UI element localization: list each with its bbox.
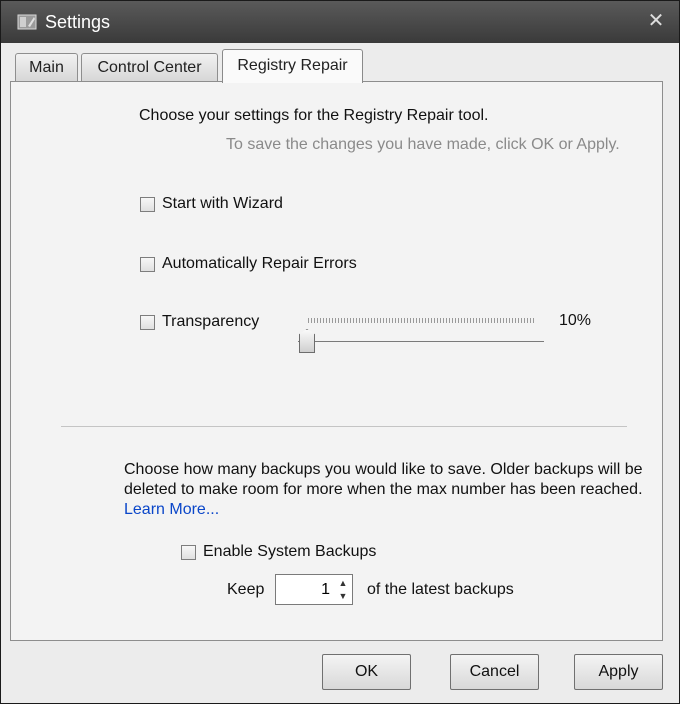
transparency-slider-track[interactable] [298, 341, 544, 342]
close-icon[interactable]: ✕ [645, 10, 667, 32]
window-title: Settings [45, 12, 111, 32]
keep-label: Keep [227, 581, 265, 598]
tab-registry-repair[interactable]: Registry Repair [222, 49, 363, 83]
learn-more-link[interactable]: Learn More... [124, 501, 219, 518]
title-bar[interactable]: Settings ✕ [1, 1, 679, 43]
stepper-buttons: ▲ ▼ [336, 577, 350, 602]
keep-suffix: of the latest backups [367, 581, 514, 598]
backups-description-text: Choose how many backups you would like t… [124, 461, 643, 498]
start-with-wizard-label: Start with Wizard [162, 195, 283, 212]
transparency-label: Transparency [162, 313, 260, 330]
apply-button[interactable]: Apply [574, 654, 663, 690]
auto-repair-checkbox[interactable] [140, 257, 155, 272]
enable-backups-checkbox[interactable] [181, 545, 196, 560]
cancel-button[interactable]: Cancel [450, 654, 539, 690]
start-with-wizard-checkbox[interactable] [140, 197, 155, 212]
stepper-up-icon[interactable]: ▲ [336, 577, 350, 589]
stepper-down-icon[interactable]: ▼ [336, 590, 350, 602]
settings-window: Settings ✕ Main Control Center Registry … [0, 0, 680, 704]
section-divider [61, 426, 627, 427]
transparency-slider-ticks [308, 318, 536, 323]
enable-backups-label: Enable System Backups [203, 543, 377, 560]
transparency-value: 10% [559, 312, 592, 329]
backups-description: Choose how many backups you would like t… [124, 460, 644, 520]
auto-repair-label: Automatically Repair Errors [162, 255, 357, 272]
tab-main[interactable]: Main [15, 53, 78, 82]
backup-count-input[interactable] [280, 581, 330, 599]
ok-button[interactable]: OK [322, 654, 411, 690]
backup-count-stepper[interactable]: ▲ ▼ [275, 574, 353, 605]
save-hint: To save the changes you have made, click… [226, 136, 620, 153]
panel-heading: Choose your settings for the Registry Re… [139, 107, 489, 124]
settings-app-icon [17, 14, 37, 30]
transparency-checkbox[interactable] [140, 315, 155, 330]
tab-control-center[interactable]: Control Center [81, 53, 218, 82]
